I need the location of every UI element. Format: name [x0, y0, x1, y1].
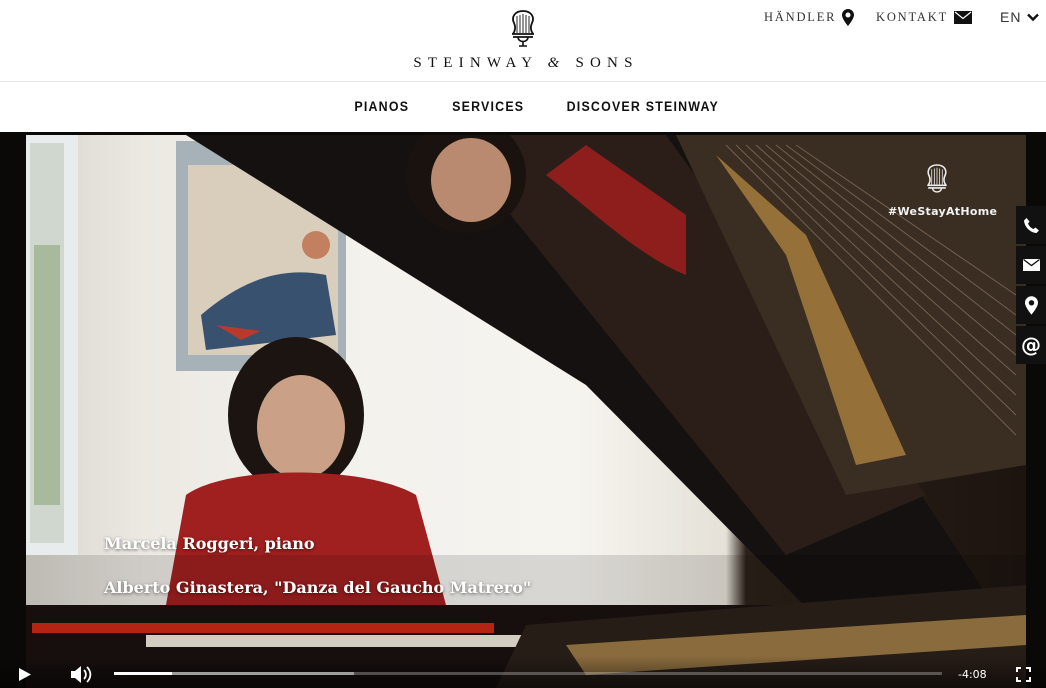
video-title-line1: Marcela Roggeri, piano	[104, 534, 315, 553]
play-icon[interactable]	[18, 667, 32, 682]
at-icon: @	[1021, 333, 1041, 357]
phone-icon	[1023, 217, 1039, 233]
side-location-button[interactable]	[1016, 286, 1046, 324]
video-player[interactable]: #WeStayAtHome Marcela Roggeri, piano Alb…	[0, 132, 1046, 688]
language-selector[interactable]: EN	[1000, 8, 1040, 26]
side-contact-bar: @	[1016, 206, 1046, 366]
lyre-icon	[512, 10, 534, 47]
side-phone-button[interactable]	[1016, 206, 1046, 244]
seek-played	[114, 672, 172, 675]
video-progress-bar[interactable]	[32, 623, 494, 633]
brand-wordmark: STEINWAY & SONS	[413, 55, 639, 71]
location-icon	[1024, 295, 1038, 315]
video-controls: -4:08	[0, 656, 1046, 688]
hashtag-label: #WeStayAtHome	[888, 205, 998, 218]
dealer-link[interactable]: HÄNDLER	[764, 8, 855, 26]
dealer-label: HÄNDLER	[764, 9, 837, 24]
top-header: STEINWAY & SONS HÄNDLER KONTAKT EN	[0, 0, 1046, 82]
seek-bar[interactable]	[114, 672, 942, 675]
video-frame	[26, 135, 1026, 688]
video-title-line2: Alberto Ginastera, "Danza del Gaucho Mat…	[104, 578, 532, 597]
side-mail-button[interactable]	[1016, 246, 1046, 284]
envelope-icon	[954, 10, 973, 24]
volume-icon[interactable]	[70, 665, 92, 684]
main-navigation: PIANOS SERVICES DISCOVER STEINWAY	[0, 82, 1046, 132]
mail-icon	[1022, 259, 1040, 271]
contact-link[interactable]: KONTAKT	[876, 8, 973, 26]
nav-item-services[interactable]: SERVICES	[452, 99, 524, 114]
language-label: EN	[1000, 9, 1022, 25]
location-pin-icon	[842, 8, 855, 26]
nav-item-pianos[interactable]: PIANOS	[354, 99, 409, 114]
steinway-watermark-icon	[927, 164, 947, 193]
nav-item-discover-steinway[interactable]: DISCOVER STEINWAY	[567, 99, 719, 114]
time-remaining: -4:08	[958, 668, 987, 681]
chevron-down-icon	[1027, 13, 1040, 21]
side-email-button[interactable]: @	[1016, 326, 1046, 364]
contact-label: KONTAKT	[876, 9, 949, 24]
fullscreen-icon[interactable]	[1016, 667, 1031, 682]
